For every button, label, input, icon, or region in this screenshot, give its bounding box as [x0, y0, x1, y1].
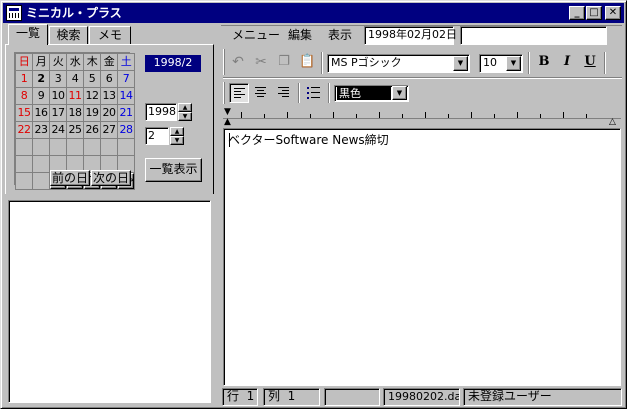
- align-left-button[interactable]: [229, 83, 249, 103]
- right-indent-marker-icon[interactable]: △: [609, 118, 616, 127]
- text-caret: [229, 133, 230, 147]
- status-filename: 19980202.dat: [383, 388, 460, 406]
- bullet-list-button[interactable]: [304, 83, 324, 103]
- tab-memo[interactable]: メモ: [89, 26, 131, 44]
- schedule-list[interactable]: [8, 200, 211, 403]
- italic-button[interactable]: I: [557, 54, 577, 72]
- app-window: ミニカル・プラス _ □ ✕ 一覧 検索 メモ 日月火水木金土123456789…: [0, 0, 627, 409]
- toolbar-separator: [528, 52, 530, 74]
- ruler-tick: [540, 114, 541, 118]
- ruler-tick: [264, 114, 265, 118]
- ruler-tick: [494, 114, 495, 118]
- font-name-dropdown-icon[interactable]: ▼: [453, 56, 468, 71]
- bullet-list-icon: [307, 87, 320, 99]
- status-row-label: 行: [227, 389, 240, 403]
- tab-list[interactable]: 一覧: [8, 24, 48, 45]
- editor-content: ベクターSoftware News締切: [228, 133, 389, 147]
- first-indent-marker-icon[interactable]: ▼: [224, 108, 231, 117]
- tab-list-label: 一覧: [15, 26, 40, 40]
- toolbar-grip[interactable]: [223, 49, 225, 75]
- font-name-value: MS Pゴシック: [331, 56, 402, 69]
- ruler-tick: [563, 112, 564, 118]
- toolbar-divider-light: [223, 78, 622, 79]
- ruler[interactable]: ▼ ▲ △: [223, 108, 621, 128]
- tab-search-label: 検索: [56, 28, 81, 42]
- search-field[interactable]: [460, 26, 607, 45]
- menu-main[interactable]: メニュー: [232, 28, 280, 42]
- status-col-value: 1: [287, 389, 296, 403]
- tab-memo-label: メモ: [97, 28, 122, 42]
- ruler-tick: [333, 112, 334, 118]
- status-blank: [324, 388, 380, 406]
- font-size-value: 10: [483, 56, 497, 69]
- window-title: ミニカル・プラス: [26, 6, 122, 20]
- cut-icon[interactable]: ✂: [253, 54, 269, 70]
- ruler-tick: [517, 112, 518, 118]
- font-size-dropdown-icon[interactable]: ▼: [506, 56, 521, 71]
- text-color-value: 黒色: [337, 87, 391, 100]
- ruler-tick: [448, 114, 449, 118]
- ruler-tick: [241, 112, 242, 118]
- ruler-tick: [356, 114, 357, 118]
- title-bar[interactable]: ミニカル・プラス _ □ ✕: [3, 3, 624, 23]
- ruler-tick: [471, 112, 472, 118]
- status-user: 未登録ユーザー: [463, 388, 622, 406]
- memo-editor[interactable]: ベクターSoftware News締切: [223, 128, 621, 386]
- ruler-tick: [379, 112, 380, 118]
- tab-panel: [5, 44, 214, 194]
- ruler-tick: [586, 114, 587, 118]
- undo-icon[interactable]: ↶: [230, 54, 246, 70]
- align-center-button[interactable]: [251, 83, 271, 103]
- menu-edit[interactable]: 編集: [288, 28, 312, 42]
- close-button[interactable]: ✕: [605, 6, 621, 20]
- status-col-label: 列: [268, 389, 281, 403]
- ruler-tick: [287, 112, 288, 118]
- align-right-icon: [278, 87, 289, 99]
- pane-splitter[interactable]: [215, 45, 219, 405]
- underline-button[interactable]: U: [580, 54, 600, 72]
- status-row: 行 1: [222, 388, 258, 406]
- text-color-dropdown-icon[interactable]: ▼: [392, 86, 407, 100]
- font-name-select[interactable]: MS Pゴシック: [327, 54, 470, 73]
- paste-icon[interactable]: 📋: [299, 54, 315, 70]
- ruler-tick: [402, 114, 403, 118]
- status-col: 列 1: [263, 388, 320, 406]
- align-right-button[interactable]: [274, 83, 294, 103]
- bold-button[interactable]: B: [534, 54, 554, 72]
- menu-view[interactable]: 表示: [328, 28, 352, 42]
- align-left-icon: [234, 88, 245, 100]
- toolbar-separator: [604, 52, 606, 74]
- date-field[interactable]: 1998年02月02日: [364, 26, 457, 45]
- align-center-icon: [255, 87, 266, 99]
- app-icon[interactable]: [6, 5, 22, 21]
- toolbar-separator: [328, 83, 330, 103]
- toolbar-separator: [298, 83, 300, 103]
- copy-icon[interactable]: ❐: [276, 54, 292, 70]
- maximize-button[interactable]: □: [586, 6, 602, 20]
- ruler-tick: [310, 114, 311, 118]
- toolbar-grip[interactable]: [223, 82, 225, 104]
- status-row-value: 1: [246, 389, 255, 403]
- ruler-tick: [425, 112, 426, 118]
- minimize-button[interactable]: _: [569, 6, 585, 20]
- ruler-line: [223, 118, 621, 119]
- toolbar-separator: [321, 52, 323, 74]
- left-indent-marker-icon[interactable]: ▲: [224, 118, 231, 127]
- tab-search[interactable]: 検索: [49, 26, 88, 44]
